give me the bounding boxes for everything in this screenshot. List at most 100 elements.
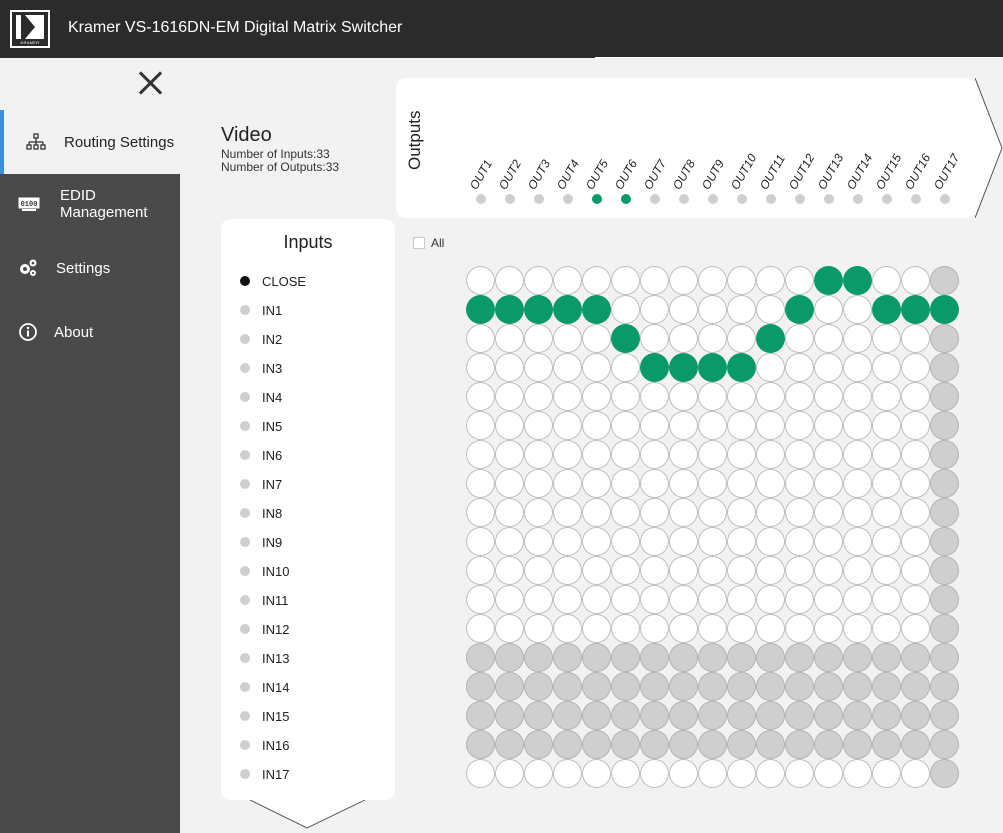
- matrix-crosspoint[interactable]: [930, 295, 959, 324]
- matrix-crosspoint[interactable]: [756, 324, 785, 353]
- matrix-crosspoint[interactable]: [901, 469, 930, 498]
- output-select-dot[interactable]: [882, 194, 892, 204]
- matrix-crosspoint[interactable]: [611, 614, 640, 643]
- matrix-crosspoint[interactable]: [495, 440, 524, 469]
- input-select-dot[interactable]: [240, 624, 250, 634]
- matrix-crosspoint[interactable]: [756, 643, 785, 672]
- matrix-crosspoint[interactable]: [669, 324, 698, 353]
- input-select-dot[interactable]: [240, 479, 250, 489]
- matrix-crosspoint[interactable]: [814, 382, 843, 411]
- matrix-crosspoint[interactable]: [785, 643, 814, 672]
- input-row[interactable]: IN2: [240, 329, 282, 349]
- matrix-crosspoint[interactable]: [698, 643, 727, 672]
- matrix-crosspoint[interactable]: [843, 266, 872, 295]
- input-select-dot[interactable]: [240, 508, 250, 518]
- matrix-crosspoint[interactable]: [814, 672, 843, 701]
- matrix-crosspoint[interactable]: [495, 585, 524, 614]
- matrix-crosspoint[interactable]: [785, 353, 814, 382]
- matrix-crosspoint[interactable]: [611, 411, 640, 440]
- matrix-crosspoint[interactable]: [698, 672, 727, 701]
- output-select-dot[interactable]: [766, 194, 776, 204]
- matrix-crosspoint[interactable]: [727, 556, 756, 585]
- matrix-crosspoint[interactable]: [843, 295, 872, 324]
- matrix-crosspoint[interactable]: [495, 701, 524, 730]
- matrix-crosspoint[interactable]: [553, 440, 582, 469]
- matrix-crosspoint[interactable]: [582, 295, 611, 324]
- matrix-crosspoint[interactable]: [843, 730, 872, 759]
- matrix-crosspoint[interactable]: [669, 353, 698, 382]
- matrix-crosspoint[interactable]: [727, 382, 756, 411]
- matrix-crosspoint[interactable]: [872, 498, 901, 527]
- matrix-crosspoint[interactable]: [698, 382, 727, 411]
- input-select-dot[interactable]: [240, 682, 250, 692]
- input-select-dot[interactable]: [240, 537, 250, 547]
- matrix-crosspoint[interactable]: [698, 353, 727, 382]
- matrix-crosspoint[interactable]: [727, 469, 756, 498]
- matrix-crosspoint[interactable]: [640, 672, 669, 701]
- matrix-crosspoint[interactable]: [669, 556, 698, 585]
- matrix-crosspoint[interactable]: [698, 498, 727, 527]
- matrix-crosspoint[interactable]: [698, 266, 727, 295]
- matrix-crosspoint[interactable]: [930, 469, 959, 498]
- matrix-crosspoint[interactable]: [814, 295, 843, 324]
- output-select-dot[interactable]: [795, 194, 805, 204]
- input-select-dot[interactable]: [240, 305, 250, 315]
- matrix-crosspoint[interactable]: [582, 556, 611, 585]
- matrix-crosspoint[interactable]: [466, 701, 495, 730]
- matrix-crosspoint[interactable]: [611, 527, 640, 556]
- output-select-dot[interactable]: [679, 194, 689, 204]
- matrix-crosspoint[interactable]: [814, 730, 843, 759]
- matrix-crosspoint[interactable]: [669, 469, 698, 498]
- matrix-crosspoint[interactable]: [785, 672, 814, 701]
- matrix-crosspoint[interactable]: [466, 411, 495, 440]
- input-select-dot[interactable]: [240, 421, 250, 431]
- matrix-crosspoint[interactable]: [466, 614, 495, 643]
- matrix-crosspoint[interactable]: [843, 382, 872, 411]
- matrix-crosspoint[interactable]: [495, 411, 524, 440]
- matrix-crosspoint[interactable]: [843, 585, 872, 614]
- matrix-crosspoint[interactable]: [785, 527, 814, 556]
- matrix-crosspoint[interactable]: [756, 759, 785, 788]
- output-select-dot[interactable]: [476, 194, 486, 204]
- matrix-crosspoint[interactable]: [611, 266, 640, 295]
- matrix-crosspoint[interactable]: [582, 498, 611, 527]
- matrix-crosspoint[interactable]: [611, 585, 640, 614]
- matrix-crosspoint[interactable]: [582, 672, 611, 701]
- matrix-crosspoint[interactable]: [843, 672, 872, 701]
- matrix-crosspoint[interactable]: [901, 730, 930, 759]
- matrix-crosspoint[interactable]: [640, 266, 669, 295]
- matrix-crosspoint[interactable]: [727, 498, 756, 527]
- matrix-crosspoint[interactable]: [756, 527, 785, 556]
- matrix-crosspoint[interactable]: [640, 556, 669, 585]
- input-select-dot[interactable]: [240, 769, 250, 779]
- matrix-crosspoint[interactable]: [640, 324, 669, 353]
- input-row[interactable]: IN17: [240, 764, 289, 784]
- matrix-crosspoint[interactable]: [843, 498, 872, 527]
- matrix-crosspoint[interactable]: [466, 295, 495, 324]
- matrix-crosspoint[interactable]: [495, 643, 524, 672]
- matrix-crosspoint[interactable]: [785, 614, 814, 643]
- input-select-dot[interactable]: [240, 276, 250, 286]
- matrix-crosspoint[interactable]: [524, 643, 553, 672]
- matrix-crosspoint[interactable]: [785, 440, 814, 469]
- matrix-crosspoint[interactable]: [872, 440, 901, 469]
- matrix-crosspoint[interactable]: [640, 411, 669, 440]
- input-row[interactable]: IN8: [240, 503, 282, 523]
- matrix-crosspoint[interactable]: [495, 614, 524, 643]
- matrix-crosspoint[interactable]: [524, 353, 553, 382]
- matrix-crosspoint[interactable]: [843, 353, 872, 382]
- matrix-crosspoint[interactable]: [843, 614, 872, 643]
- matrix-crosspoint[interactable]: [495, 672, 524, 701]
- matrix-crosspoint[interactable]: [582, 730, 611, 759]
- matrix-crosspoint[interactable]: [872, 730, 901, 759]
- matrix-crosspoint[interactable]: [843, 643, 872, 672]
- matrix-crosspoint[interactable]: [901, 614, 930, 643]
- matrix-crosspoint[interactable]: [524, 556, 553, 585]
- matrix-crosspoint[interactable]: [582, 469, 611, 498]
- matrix-crosspoint[interactable]: [698, 585, 727, 614]
- matrix-crosspoint[interactable]: [930, 324, 959, 353]
- matrix-crosspoint[interactable]: [582, 382, 611, 411]
- matrix-crosspoint[interactable]: [640, 295, 669, 324]
- matrix-crosspoint[interactable]: [524, 701, 553, 730]
- matrix-crosspoint[interactable]: [901, 672, 930, 701]
